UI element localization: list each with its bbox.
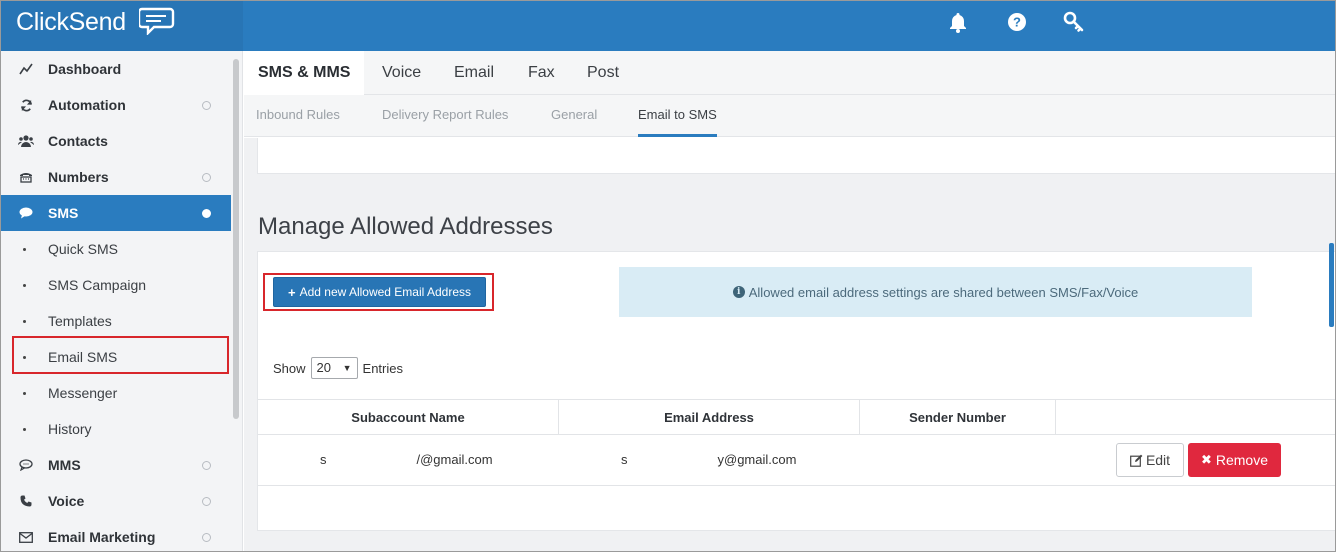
sidebar-item-label: Automation — [48, 97, 126, 113]
entries-select[interactable]: 20 ▼ — [310, 357, 358, 379]
sidebar-subitem-label: Quick SMS — [48, 241, 119, 257]
edit-button[interactable]: Edit — [1116, 443, 1184, 477]
logo-text: ClickSend — [16, 8, 126, 36]
expand-dot-icon — [202, 460, 211, 470]
bullet-icon — [23, 319, 26, 323]
sidebar-item-label: MMS — [48, 457, 81, 473]
sidebar-item-mms[interactable]: MMS — [1, 447, 231, 483]
sub-tab-bar: Inbound Rules Delivery Report Rules Gene… — [244, 95, 1335, 137]
sidebar-item-contacts[interactable]: Contacts — [1, 123, 231, 159]
tab-fax[interactable]: Fax — [528, 51, 555, 95]
column-header-email[interactable]: Email Address — [559, 400, 860, 435]
sidebar-subitem-templates[interactable]: Templates — [1, 303, 231, 339]
subaccount-cell: s/@gmail.com — [320, 435, 493, 485]
sidebar-item-label: SMS — [48, 205, 79, 221]
app-window: ClickSend ? Dashboard Automation Contact… — [0, 0, 1336, 552]
users-icon — [17, 133, 35, 149]
sidebar-subitem-history[interactable]: History — [1, 411, 231, 447]
sidebar-item-label: Contacts — [48, 133, 108, 149]
sidebar-item-voice[interactable]: Voice — [1, 483, 231, 519]
sidebar-subitem-sms-campaign[interactable]: SMS Campaign — [1, 267, 231, 303]
expand-dot-icon — [202, 208, 211, 218]
sidebar-subitem-label: Messenger — [48, 385, 118, 401]
svg-text:?: ? — [1013, 15, 1021, 30]
show-label: Show — [273, 360, 306, 376]
envelope-icon — [17, 529, 35, 545]
top-panel — [257, 138, 1335, 174]
table-header: Subaccount Name Email Address Sender Num… — [258, 399, 1335, 435]
tab-post[interactable]: Post — [587, 51, 619, 95]
sidebar-item-label: Email Marketing — [48, 529, 156, 545]
bullet-icon — [23, 391, 26, 395]
bullet-icon — [23, 427, 26, 431]
top-bar: ClickSend ? — [1, 1, 1335, 51]
tab-general[interactable]: General — [551, 95, 597, 137]
phone-icon — [17, 493, 35, 509]
sidebar-subitem-label: History — [48, 421, 92, 437]
plus-icon: + — [287, 284, 296, 300]
expand-dot-icon — [202, 172, 211, 182]
entries-select-value: 20 — [316, 360, 331, 375]
tab-email-to-sms[interactable]: Email to SMS — [638, 95, 717, 137]
caret-down-icon: ▼ — [342, 363, 352, 373]
refresh-icon — [17, 97, 35, 113]
sidebar-item-dashboard[interactable]: Dashboard — [1, 51, 231, 87]
info-icon: i — [732, 286, 745, 298]
sidebar-subitem-messenger[interactable]: Messenger — [1, 375, 231, 411]
email-cell: s y@gmail.com — [621, 435, 796, 485]
info-text: Allowed email address settings are share… — [748, 284, 1139, 300]
sidebar-scrollbar[interactable] — [233, 59, 239, 419]
expand-dot-icon — [202, 532, 211, 542]
chat-bubble-icon — [17, 205, 35, 221]
column-header-subaccount[interactable]: Subaccount Name — [258, 400, 559, 435]
close-icon: ✖ — [1200, 452, 1212, 467]
email-suffix: y@gmail.com — [717, 452, 797, 467]
sidebar-subitem-quick-sms[interactable]: Quick SMS — [1, 231, 231, 267]
chart-line-icon — [17, 61, 35, 77]
info-alert: i Allowed email address settings are sha… — [619, 267, 1252, 317]
tab-voice[interactable]: Voice — [382, 51, 421, 95]
page-scrollbar[interactable] — [1329, 243, 1334, 327]
bullet-icon — [23, 283, 26, 287]
sidebar-item-sms[interactable]: SMS — [1, 195, 231, 231]
bullet-icon — [23, 247, 26, 251]
expand-dot-icon — [202, 496, 211, 506]
sidebar-item-label: Numbers — [48, 169, 109, 185]
sidebar-item-automation[interactable]: Automation — [1, 87, 231, 123]
subaccount-suffix: /@gmail.com — [416, 452, 493, 467]
edit-label: Edit — [1145, 452, 1171, 468]
main-tab-bar: SMS & MMS Voice Email Fax Post — [244, 51, 1335, 95]
chat-logo-icon — [139, 7, 175, 35]
chat-outline-icon — [17, 457, 35, 473]
tab-email[interactable]: Email — [454, 51, 494, 95]
tab-inbound-rules[interactable]: Inbound Rules — [256, 95, 340, 137]
add-allowed-email-button[interactable]: + Add new Allowed Email Address — [273, 277, 486, 307]
edit-icon — [1130, 454, 1143, 467]
tab-delivery-report-rules[interactable]: Delivery Report Rules — [382, 95, 508, 137]
key-icon[interactable] — [1063, 11, 1085, 33]
help-icon[interactable]: ? — [1006, 11, 1028, 33]
sidebar-item-label: Dashboard — [48, 61, 122, 77]
sidebar-item-numbers[interactable]: Numbers — [1, 159, 231, 195]
expand-dot-icon — [202, 100, 211, 110]
tab-sms-mms[interactable]: SMS & MMS — [244, 51, 365, 95]
bell-icon[interactable] — [947, 11, 969, 33]
sidebar-item-email-marketing[interactable]: Email Marketing — [1, 519, 231, 551]
sidebar-subitem-label: Templates — [48, 313, 112, 329]
redacted-block — [326, 443, 417, 478]
entries-control: Show 20 ▼ Entries — [273, 357, 403, 379]
phone-desk-icon — [17, 169, 35, 185]
section-title: Manage Allowed Addresses — [258, 213, 553, 240]
add-button-label: Add new Allowed Email Address — [299, 285, 472, 299]
redacted-block — [627, 443, 718, 478]
logo-area: ClickSend — [1, 1, 243, 51]
remove-label: Remove — [1215, 452, 1269, 468]
remove-button[interactable]: ✖ Remove — [1188, 443, 1281, 477]
sidebar-item-label: Voice — [48, 493, 85, 509]
sidebar-subitem-label: SMS Campaign — [48, 277, 147, 293]
column-header-sender-number[interactable]: Sender Number — [860, 400, 1056, 435]
entries-label: Entries — [362, 360, 403, 376]
email-sms-highlight — [12, 336, 229, 374]
